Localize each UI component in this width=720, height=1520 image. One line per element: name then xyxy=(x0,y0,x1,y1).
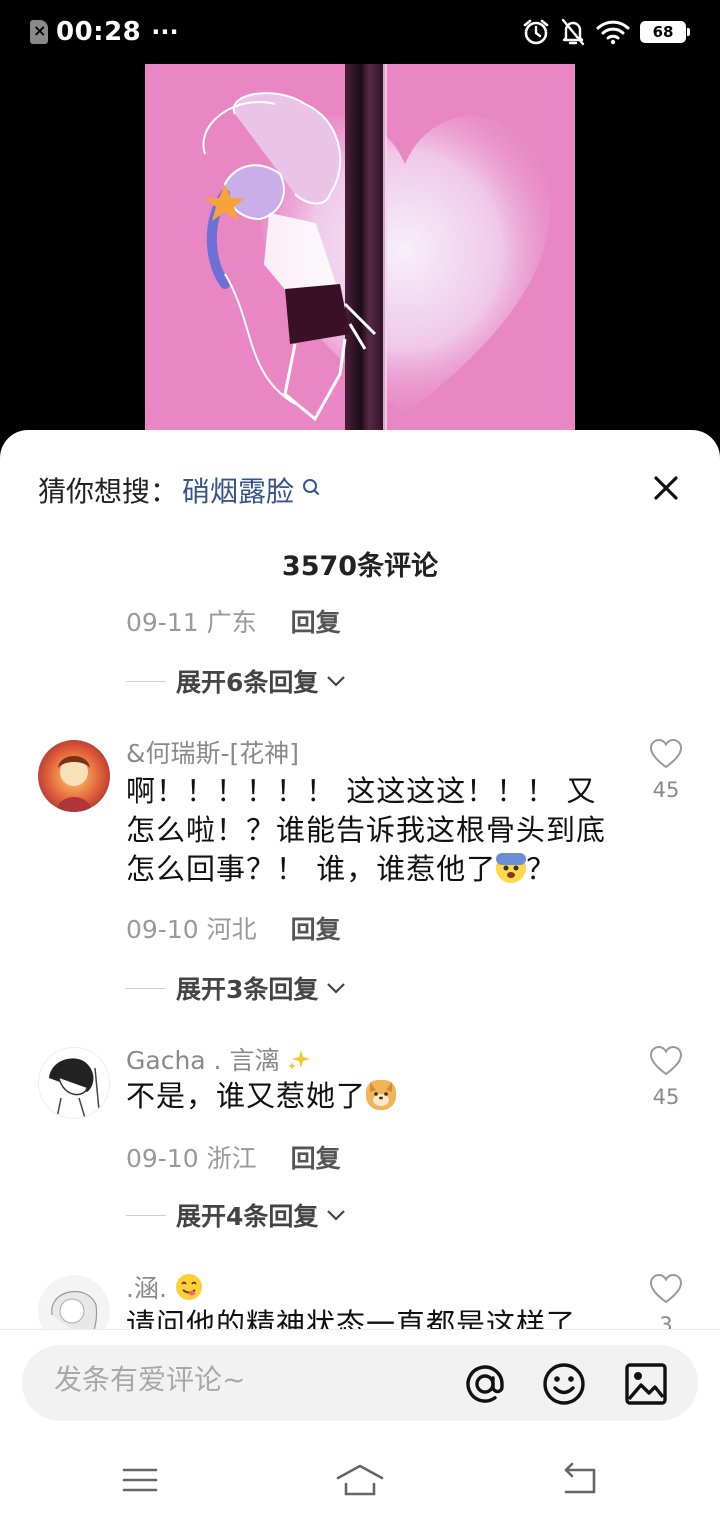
suggestion-query-link[interactable]: 硝烟露脸 xyxy=(182,470,294,510)
mention-icon[interactable] xyxy=(462,1361,508,1407)
comments-count-title: 3570条评论 xyxy=(281,551,439,582)
chevron-down-icon xyxy=(327,1210,346,1221)
close-icon[interactable] xyxy=(648,470,684,506)
comment-text-tail: ？ xyxy=(526,852,557,886)
menu-icon[interactable] xyxy=(118,1460,162,1500)
chevron-down-icon xyxy=(327,676,346,687)
comment-username-text: Gacha . 言漓 xyxy=(126,1046,280,1075)
comment-date-location: 09-10 河北 xyxy=(126,915,257,944)
comment-username[interactable]: &何瑞斯-[花神] xyxy=(126,734,299,770)
heart-outline-icon xyxy=(649,738,683,769)
expand-replies-button[interactable]: 展开3条回复 xyxy=(126,970,346,1006)
reply-button[interactable]: 回复 xyxy=(291,1139,341,1175)
avatar[interactable] xyxy=(38,740,110,812)
avatar-image xyxy=(51,1290,98,1330)
expand-replies-button[interactable]: 展开4条回复 xyxy=(126,1197,346,1233)
divider-line xyxy=(126,1214,166,1216)
suggestion-label: 猜你想搜： xyxy=(38,475,179,508)
doge-emoji-icon xyxy=(366,1080,397,1110)
battery-indicator: 68 xyxy=(640,21,690,43)
comments-sheet: 猜你想搜： 硝烟露脸 3570条评论 09-11 广东 回复 展开6条回复 &何… xyxy=(0,430,720,1520)
no-sim-icon xyxy=(30,20,48,44)
comment-input-bar xyxy=(22,1345,698,1421)
status-left: 00:28 ··· xyxy=(30,17,179,47)
comment-username[interactable]: .涵. xyxy=(126,1269,203,1305)
comment-date-location: 09-10 浙江 xyxy=(126,1144,257,1173)
search-suggestion: 猜你想搜： 硝烟露脸 xyxy=(38,470,322,510)
like-button[interactable]: 45 xyxy=(648,1045,684,1109)
reply-button[interactable]: 回复 xyxy=(291,910,341,946)
reply-button[interactable]: 回复 xyxy=(291,603,341,639)
like-count: 45 xyxy=(652,778,680,802)
avatar-image xyxy=(49,1058,100,1118)
expand-replies-button[interactable]: 展开6条回复 xyxy=(126,663,346,699)
avatar-image xyxy=(38,740,110,812)
comment-date-location: 09-11 广东 xyxy=(126,608,257,637)
comment-list[interactable]: 09-11 广东 回复 展开6条回复 &何瑞斯-[花神] 啊！！！！！！ 这这这… xyxy=(0,595,720,1330)
like-button[interactable]: 3 xyxy=(648,1273,684,1330)
avatar[interactable] xyxy=(38,1047,110,1119)
more-notifications-icon: ··· xyxy=(151,18,179,46)
expand-replies-label: 展开6条回复 xyxy=(176,668,319,697)
avatar[interactable] xyxy=(38,1275,110,1330)
fearful-face-emoji-icon xyxy=(496,853,527,883)
status-bar: 00:28 ··· 68 xyxy=(0,0,720,64)
comment-text: 不是，谁又惹她了 xyxy=(126,1077,606,1116)
character-illustration xyxy=(202,92,377,422)
expand-replies-label: 展开4条回复 xyxy=(176,1202,319,1231)
yum-face-emoji-icon xyxy=(175,1274,202,1300)
like-button[interactable]: 45 xyxy=(648,738,684,802)
heart-outline-icon xyxy=(649,1273,683,1304)
chevron-down-icon xyxy=(327,983,346,994)
video-preview[interactable] xyxy=(145,64,575,444)
expand-replies-label: 展开3条回复 xyxy=(176,975,319,1004)
divider xyxy=(0,1329,720,1330)
comment-text: 请问他的精神状态一直都是这样了 xyxy=(126,1307,577,1330)
divider-line xyxy=(126,987,166,989)
emoji-smile-icon[interactable] xyxy=(541,1361,587,1407)
back-icon[interactable] xyxy=(558,1460,602,1500)
system-nav-bar xyxy=(0,1450,720,1520)
comment-text: 啊！！！！！！ 这这这这！！！ 又怎么啦！？谁能告诉我这根骨头到底怎么回事？！ … xyxy=(126,772,606,889)
status-right: 68 xyxy=(522,18,690,46)
divider-line xyxy=(126,680,166,682)
search-icon[interactable] xyxy=(300,476,322,498)
heart-outline-icon xyxy=(649,1045,683,1076)
home-icon[interactable] xyxy=(336,1460,384,1500)
comment-username[interactable]: Gacha . 言漓 xyxy=(126,1041,311,1077)
wifi-icon xyxy=(596,20,630,45)
comment-input[interactable] xyxy=(54,1363,434,1396)
comment-meta: 09-10 河北 回复 xyxy=(126,910,341,946)
like-count: 3 xyxy=(659,1313,673,1330)
image-icon[interactable] xyxy=(623,1361,669,1407)
comment-text-body: 不是，谁又惹她了 xyxy=(126,1079,367,1113)
battery-tip xyxy=(687,28,690,36)
mute-notification-icon xyxy=(561,18,585,46)
comment-meta: 09-10 浙江 回复 xyxy=(126,1139,341,1175)
alarm-icon xyxy=(523,19,549,45)
sparkles-icon xyxy=(288,1050,311,1070)
like-count: 45 xyxy=(652,1085,680,1109)
status-time: 00:28 xyxy=(56,17,142,47)
comment-username-text: .涵. xyxy=(126,1274,167,1303)
battery-level: 68 xyxy=(640,21,686,43)
comment-meta: 09-11 广东 回复 xyxy=(126,603,341,639)
